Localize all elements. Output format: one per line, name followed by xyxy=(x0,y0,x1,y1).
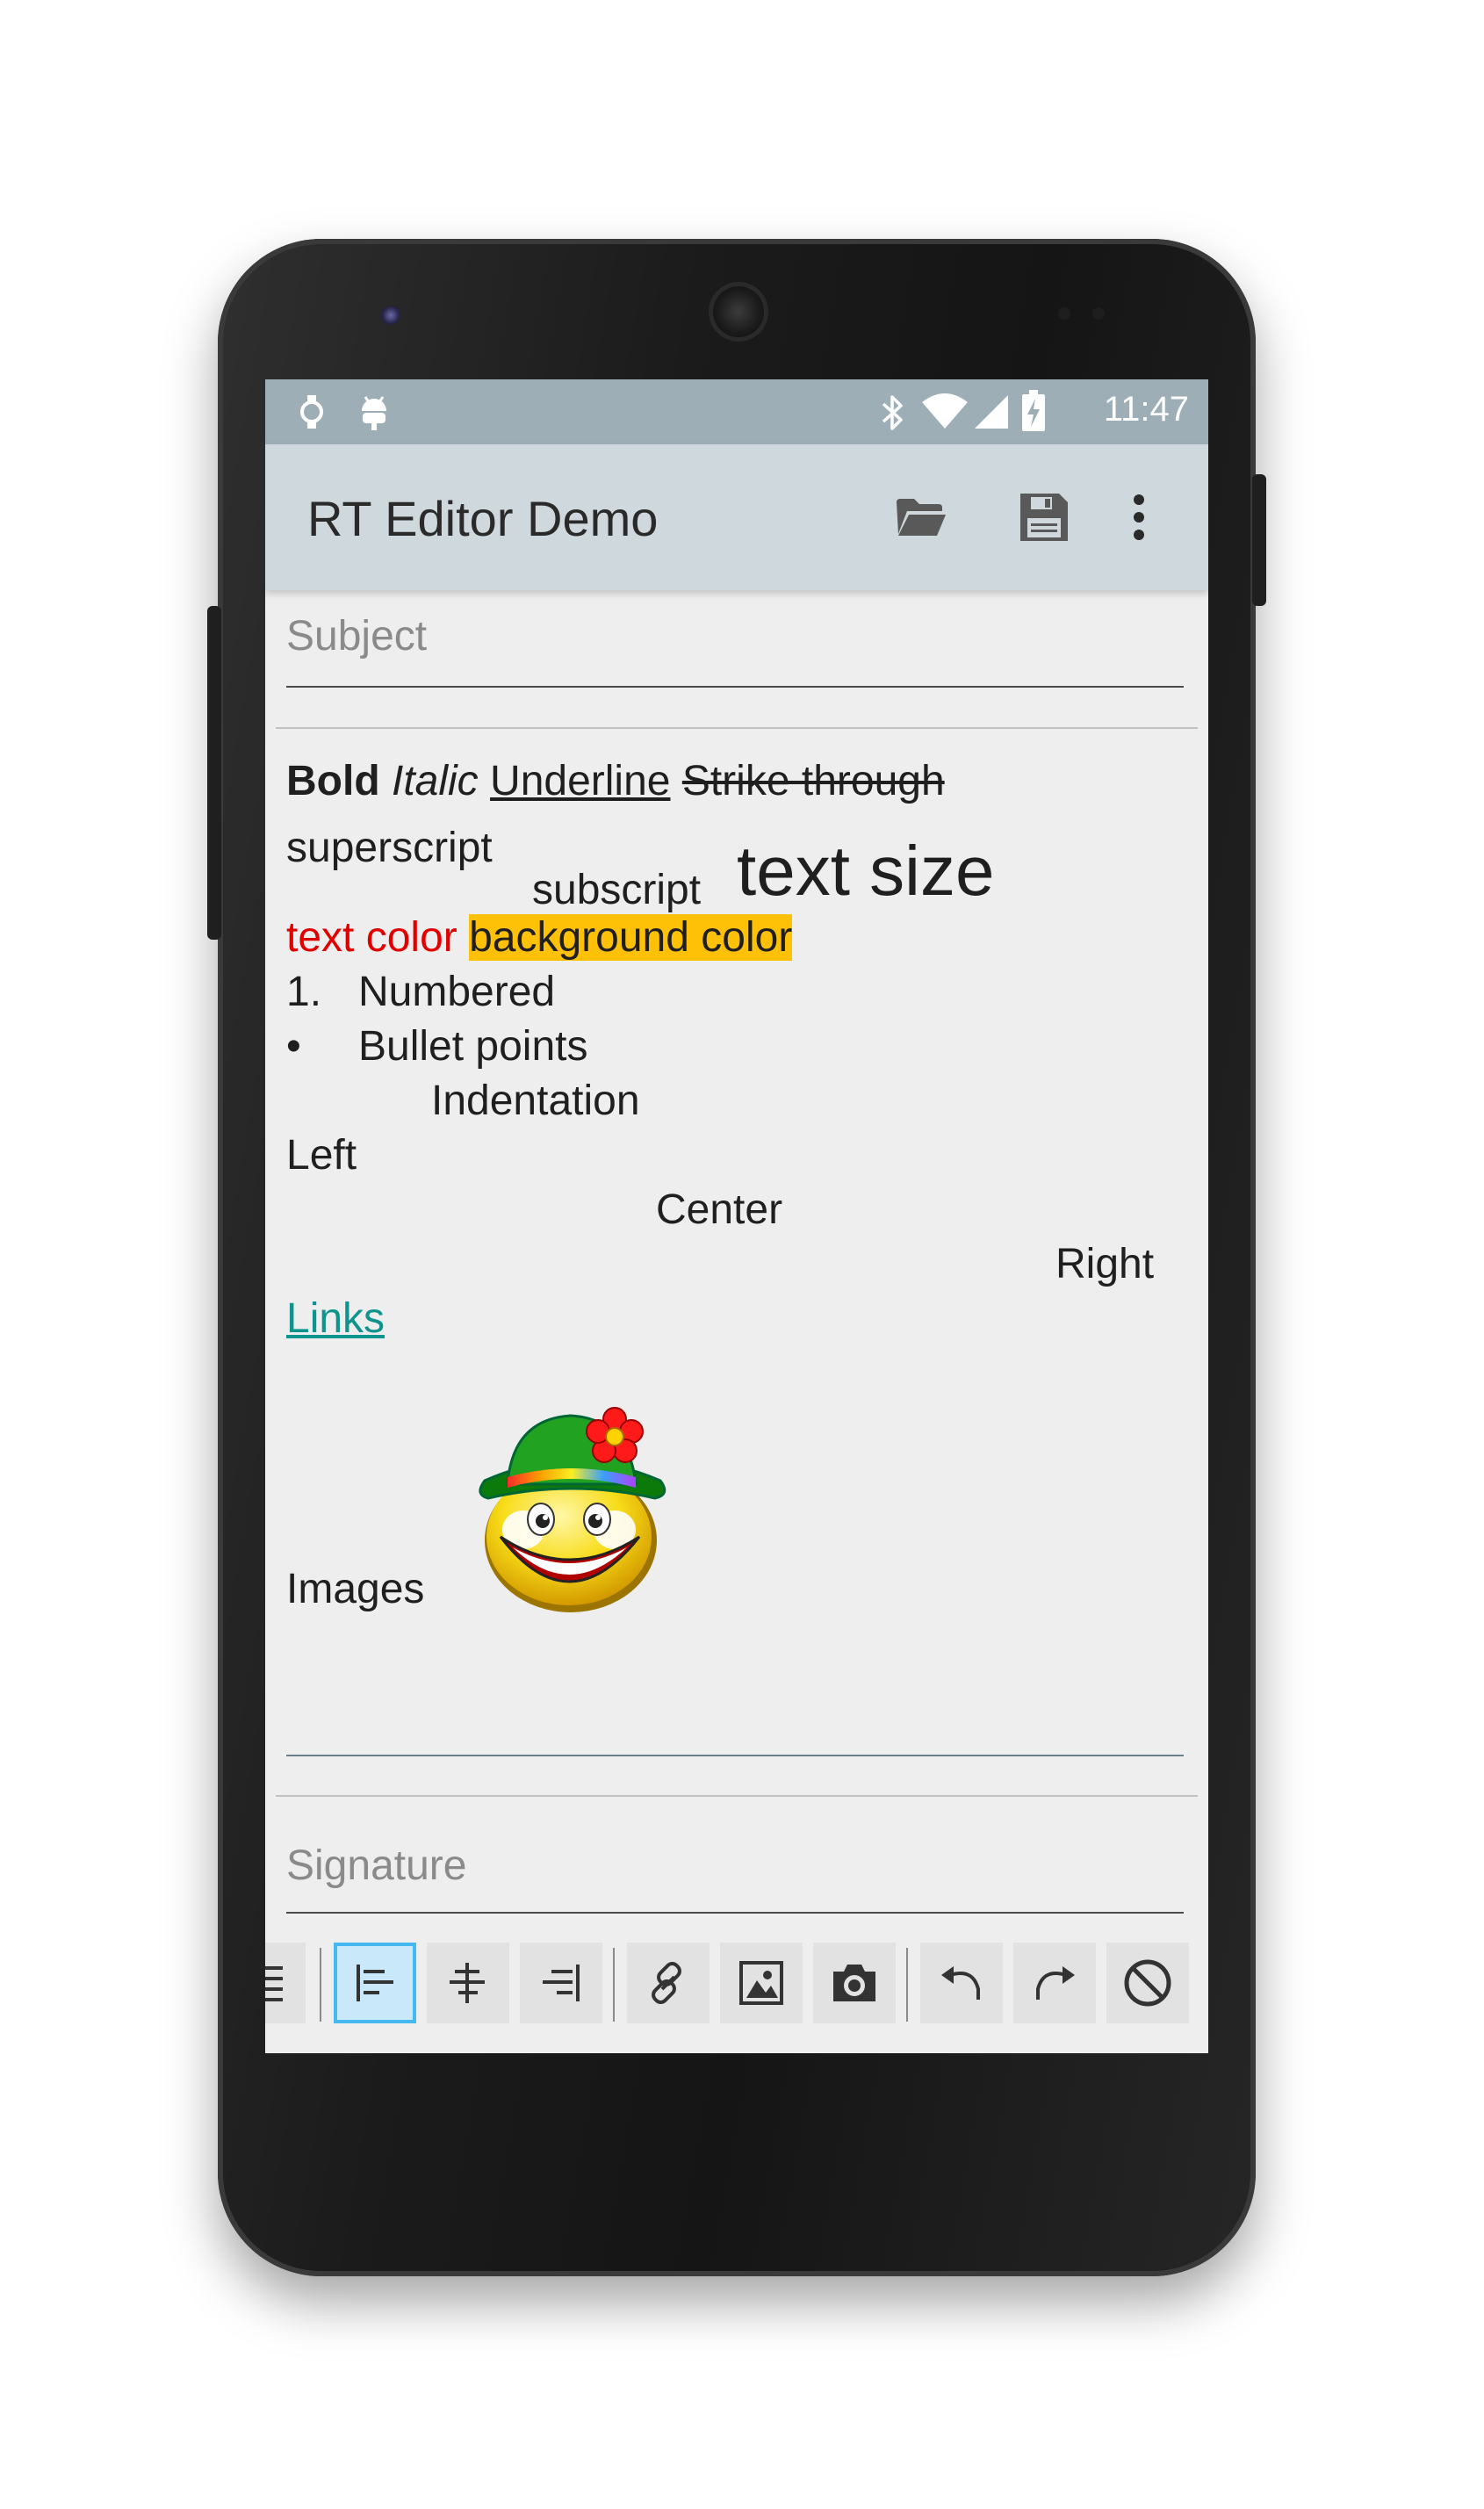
redo-icon xyxy=(1036,1966,1075,2000)
save-button[interactable] xyxy=(1005,478,1084,557)
superscript-text: superscript xyxy=(286,825,493,871)
color-line: text color background color xyxy=(286,913,793,962)
text-style-line: Bold Italic Underline Strike through xyxy=(286,757,945,805)
editor-underline xyxy=(286,1755,1184,1756)
images-label: Images xyxy=(286,1566,425,1612)
bullet-list-item: • Bullet points xyxy=(286,1022,588,1071)
align-center-button[interactable] xyxy=(427,1943,509,2023)
text-size-text: text size xyxy=(737,832,995,910)
list-number: 1. xyxy=(286,969,322,1015)
align-right-button[interactable] xyxy=(520,1943,602,2023)
clear-format-icon xyxy=(1124,1959,1171,2007)
align-left-button[interactable] xyxy=(334,1943,416,2023)
app-screen: 11:47 RT Editor Demo Subject Bold Italic… xyxy=(265,379,1208,2053)
subject-input[interactable]: Subject xyxy=(286,612,427,660)
link-icon xyxy=(652,1962,681,2004)
redo-button[interactable] xyxy=(1013,1943,1096,2023)
clown-flower xyxy=(586,1407,644,1463)
volume-button xyxy=(207,606,221,940)
align-left-icon xyxy=(357,1965,393,2001)
right-aligned-text: Right xyxy=(1055,1241,1155,1287)
battery-icon xyxy=(1020,390,1047,436)
camera-icon xyxy=(833,1965,875,2001)
indented-text: Indentation xyxy=(431,1078,640,1124)
numbered-label: Numbered xyxy=(358,969,556,1015)
open-file-button[interactable] xyxy=(882,478,961,557)
section-divider xyxy=(276,727,1198,729)
italic-text: Italic xyxy=(391,758,479,804)
insert-link-button[interactable] xyxy=(627,1943,710,2023)
more-options-button[interactable] xyxy=(1099,478,1178,557)
insert-image-button[interactable] xyxy=(720,1943,803,2023)
toolbar-separator xyxy=(906,1948,908,2022)
signal-icon xyxy=(973,393,1010,435)
underline-text: Underline xyxy=(490,758,671,804)
android-icon xyxy=(357,393,392,436)
center-aligned-text: Center xyxy=(656,1186,783,1233)
page-title: RT Editor Demo xyxy=(307,491,659,546)
align-right-icon xyxy=(543,1965,580,2001)
strike-through-text: Strike through xyxy=(681,758,945,804)
align-center-icon xyxy=(450,1963,485,2003)
front-camera xyxy=(381,306,400,325)
background-color-text: background color xyxy=(469,914,793,961)
left-aligned-text: Left xyxy=(286,1132,357,1179)
bold-text: Bold xyxy=(286,758,380,804)
bluetooth-icon xyxy=(880,393,906,436)
justify-icon xyxy=(265,1966,283,2001)
subject-underline xyxy=(286,686,1184,688)
earpiece-speaker xyxy=(713,286,764,337)
toolbar-separator xyxy=(613,1948,615,2022)
image-icon xyxy=(739,1961,783,2005)
signature-input[interactable]: Signature xyxy=(286,1842,466,1890)
undo-icon xyxy=(941,1966,980,2000)
wifi-icon xyxy=(920,392,969,435)
more-vert-icon xyxy=(1134,494,1144,540)
formatting-toolbar xyxy=(265,1943,1208,2039)
status-bar: 11:47 xyxy=(265,379,1208,444)
bullet-marker: • xyxy=(286,1023,301,1070)
power-button xyxy=(1252,474,1266,606)
toolbar-separator xyxy=(320,1948,321,2022)
bullet-label: Bullet points xyxy=(358,1023,588,1070)
link-text[interactable]: Links xyxy=(286,1294,385,1343)
app-bar: RT Editor Demo xyxy=(265,444,1208,590)
text-color-text: text color xyxy=(286,914,457,961)
proximity-sensor xyxy=(1058,307,1070,320)
undo-button[interactable] xyxy=(920,1943,1003,2023)
subscript-text: subscript xyxy=(532,867,702,913)
light-sensor xyxy=(1092,307,1105,320)
clown-image xyxy=(479,1407,666,1612)
save-icon xyxy=(1020,494,1068,541)
status-time: 11:47 xyxy=(1103,390,1189,429)
take-photo-button[interactable] xyxy=(813,1943,896,2023)
folder-open-icon xyxy=(897,499,946,536)
section-divider xyxy=(276,1795,1198,1797)
signature-underline xyxy=(286,1912,1184,1914)
numbered-list-item: 1. Numbered xyxy=(286,968,555,1016)
clear-format-button[interactable] xyxy=(1106,1943,1189,2023)
justify-button[interactable] xyxy=(265,1943,306,2023)
watch-icon xyxy=(297,393,327,435)
